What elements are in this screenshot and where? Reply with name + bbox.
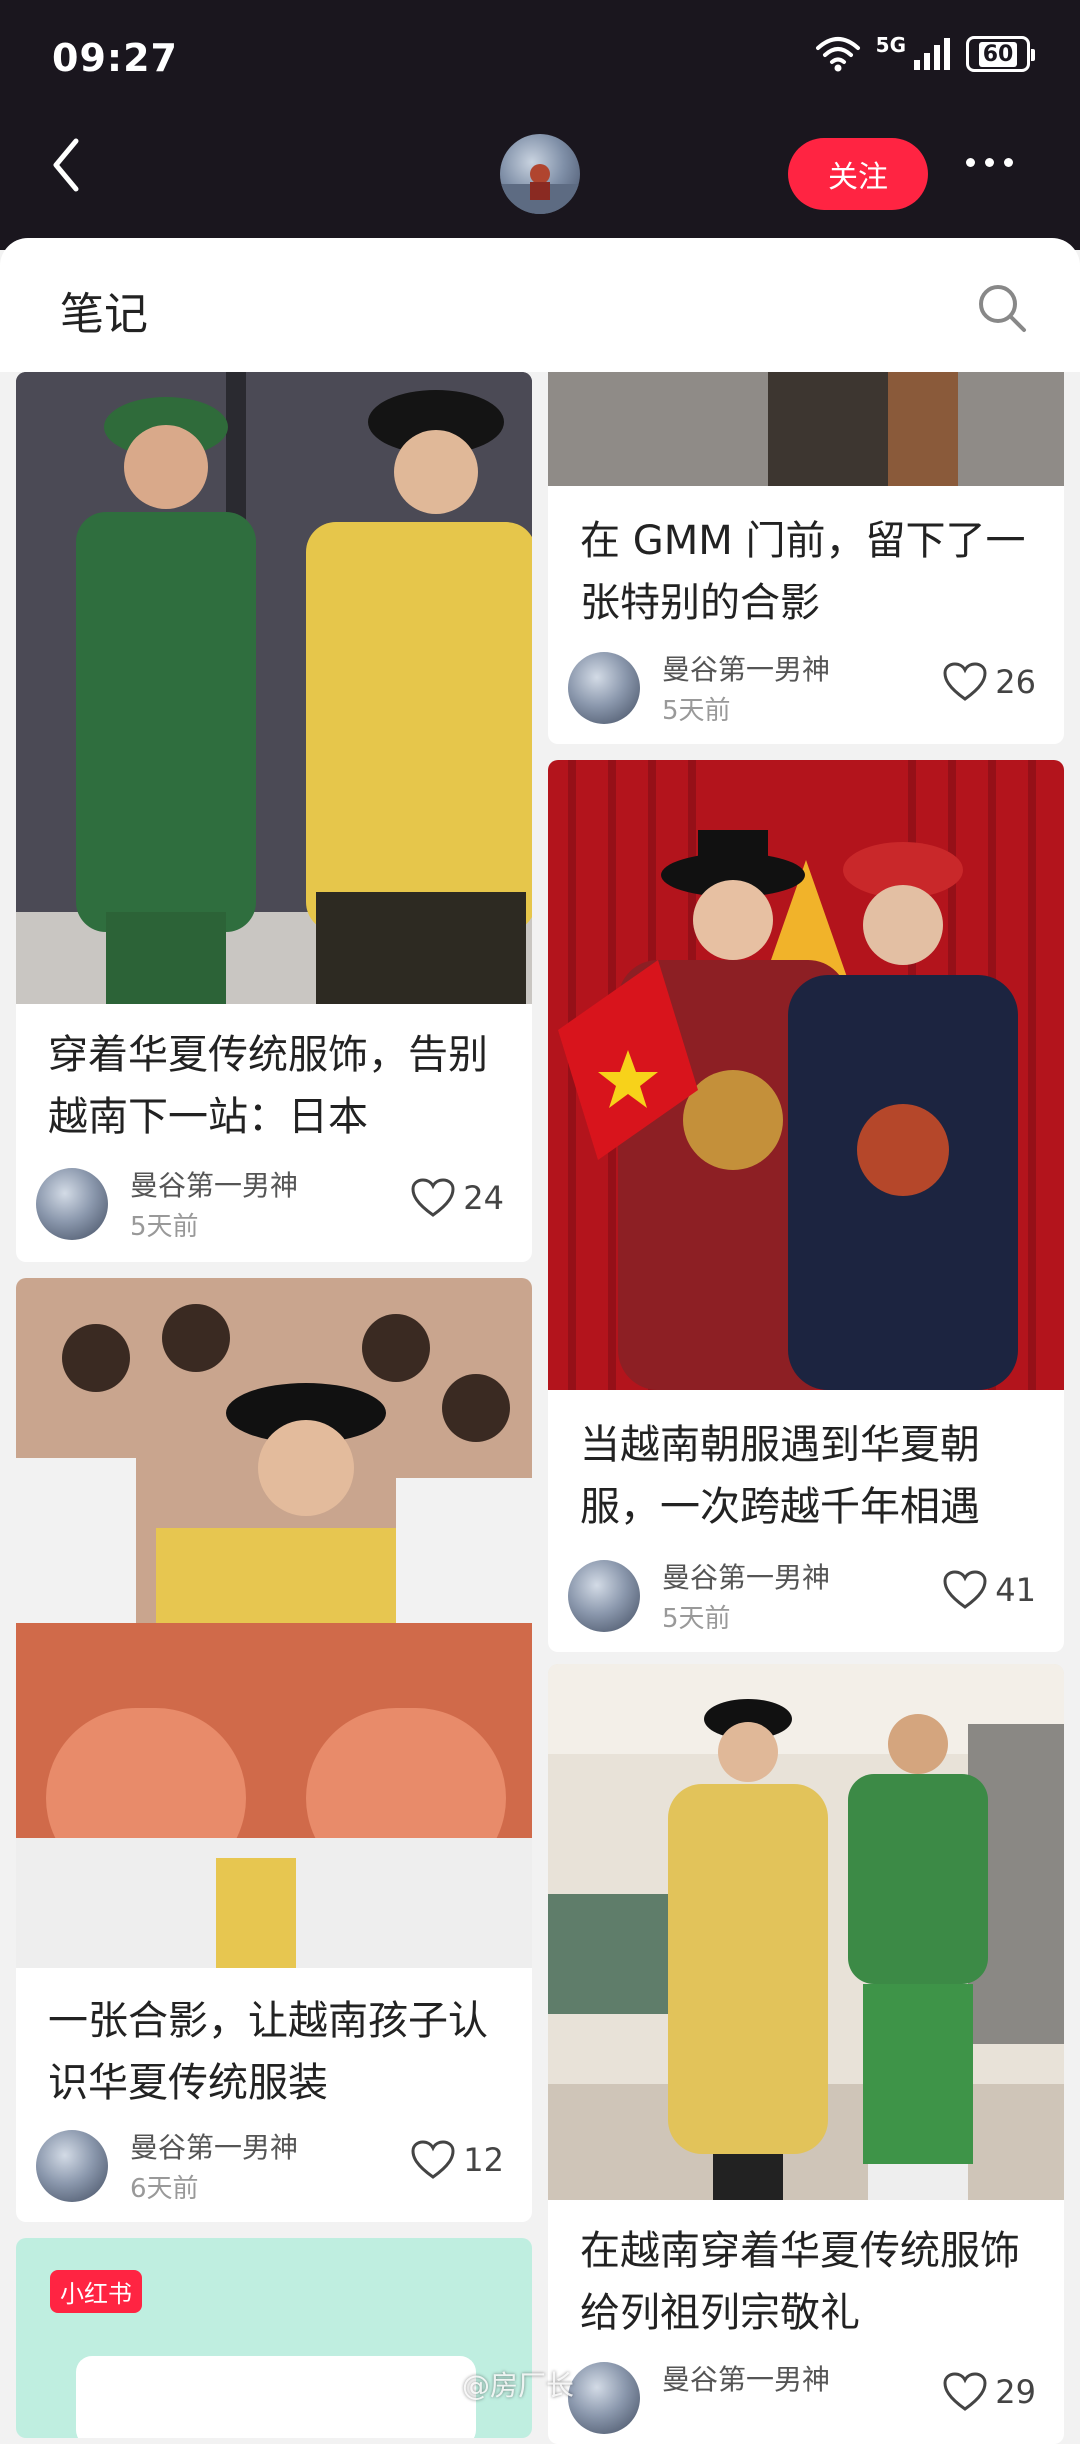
heart-icon xyxy=(943,662,987,701)
like-button[interactable]: 12 xyxy=(411,2140,504,2180)
battery-level: 60 xyxy=(978,41,1018,67)
note-meta: 曼谷第一男神 5天前 24 xyxy=(36,1164,512,1242)
note-title: 穿着华夏传统服饰，告别越南下一站：日本 xyxy=(48,1032,488,1140)
heart-icon xyxy=(943,2372,987,2411)
profile-avatar[interactable] xyxy=(500,134,580,214)
note-card[interactable]: 当越南朝服遇到华夏朝服，一次跨越千年相遇 曼谷第一男神 5天前 41 xyxy=(548,760,1064,1652)
status-time: 09:27 xyxy=(52,36,178,80)
signal-icon xyxy=(914,38,950,70)
back-icon[interactable] xyxy=(46,135,86,195)
note-meta: 曼谷第一男神 29 xyxy=(568,2358,1044,2436)
note-time: 5天前 xyxy=(130,1212,199,1242)
more-dot xyxy=(966,158,975,167)
note-time: 5天前 xyxy=(662,1604,731,1634)
note-title: 在 GMM 门前，留下了一张特别的合影 xyxy=(580,518,1026,626)
author-name[interactable]: 曼谷第一男神 xyxy=(130,2126,298,2166)
author-name[interactable]: 曼谷第一男神 xyxy=(662,1556,830,1596)
author-avatar[interactable] xyxy=(568,2362,640,2434)
note-meta: 曼谷第一男神 5天前 41 xyxy=(568,1556,1044,1634)
like-count: 29 xyxy=(995,2373,1036,2411)
note-cover-image xyxy=(16,372,532,1004)
note-title: 当越南朝服遇到华夏朝服，一次跨越千年相遇 xyxy=(580,1422,980,1530)
like-count: 26 xyxy=(995,663,1036,701)
note-time: 5天前 xyxy=(662,696,731,726)
follow-button[interactable]: 关注 xyxy=(788,138,928,210)
like-count: 24 xyxy=(463,1179,504,1217)
like-count: 41 xyxy=(995,1571,1036,1609)
note-cover-image xyxy=(548,760,1064,1390)
note-meta: 曼谷第一男神 5天前 26 xyxy=(568,648,1044,726)
note-cover-image xyxy=(16,1278,532,1968)
note-card[interactable]: 穿着华夏传统服饰，告别越南下一站：日本 曼谷第一男神 5天前 24 xyxy=(16,372,532,1262)
network-type: 5G xyxy=(875,33,906,57)
status-icons: 5G 60 xyxy=(814,33,1035,74)
like-button[interactable]: 29 xyxy=(943,2372,1036,2412)
watermark: @房厂长 xyxy=(462,2369,575,2402)
battery-indicator: 60 xyxy=(966,36,1035,72)
heart-icon xyxy=(943,1570,987,1609)
search-icon[interactable] xyxy=(974,280,1030,336)
note-card[interactable]: 在越南穿着华夏传统服饰给列祖列宗敬礼 曼谷第一男神 29 xyxy=(548,1664,1064,2444)
author-name[interactable]: 曼谷第一男神 xyxy=(130,1164,298,1204)
author-avatar[interactable] xyxy=(568,652,640,724)
note-time: 6天前 xyxy=(130,2174,199,2204)
note-title: 一张合影，让越南孩子认识华夏传统服装 xyxy=(48,1998,488,2106)
heart-icon xyxy=(411,1178,455,1217)
top-bar: 09:27 5G 60 关注 xyxy=(0,0,1080,250)
note-card[interactable]: 在 GMM 门前，留下了一张特别的合影 曼谷第一男神 5天前 26 xyxy=(548,372,1064,744)
like-count: 12 xyxy=(463,2141,504,2179)
note-title: 在越南穿着华夏传统服饰给列祖列宗敬礼 xyxy=(580,2228,1020,2336)
note-card[interactable]: 小红书 xyxy=(16,2238,532,2438)
author-avatar[interactable] xyxy=(36,2130,108,2202)
note-meta: 曼谷第一男神 6天前 12 xyxy=(36,2126,512,2204)
like-button[interactable]: 26 xyxy=(943,662,1036,702)
section-title: 笔记 xyxy=(60,289,148,340)
more-dot xyxy=(1004,158,1013,167)
like-button[interactable]: 24 xyxy=(411,1178,504,1218)
more-icon[interactable] xyxy=(966,158,1013,167)
promo-panel xyxy=(76,2356,476,2438)
note-cover-image xyxy=(548,1664,1064,2200)
more-dot xyxy=(985,158,994,167)
author-avatar[interactable] xyxy=(36,1168,108,1240)
heart-icon xyxy=(411,2140,455,2179)
promo-badge: 小红书 xyxy=(50,2270,142,2313)
author-avatar[interactable] xyxy=(568,1560,640,1632)
note-cover-image xyxy=(548,372,1064,486)
note-card[interactable]: 一张合影，让越南孩子认识华夏传统服装 曼谷第一男神 6天前 12 xyxy=(16,1278,532,2222)
like-button[interactable]: 41 xyxy=(943,1570,1036,1610)
author-name[interactable]: 曼谷第一男神 xyxy=(662,648,830,688)
wifi-icon xyxy=(815,37,860,72)
author-name[interactable]: 曼谷第一男神 xyxy=(662,2358,830,2398)
